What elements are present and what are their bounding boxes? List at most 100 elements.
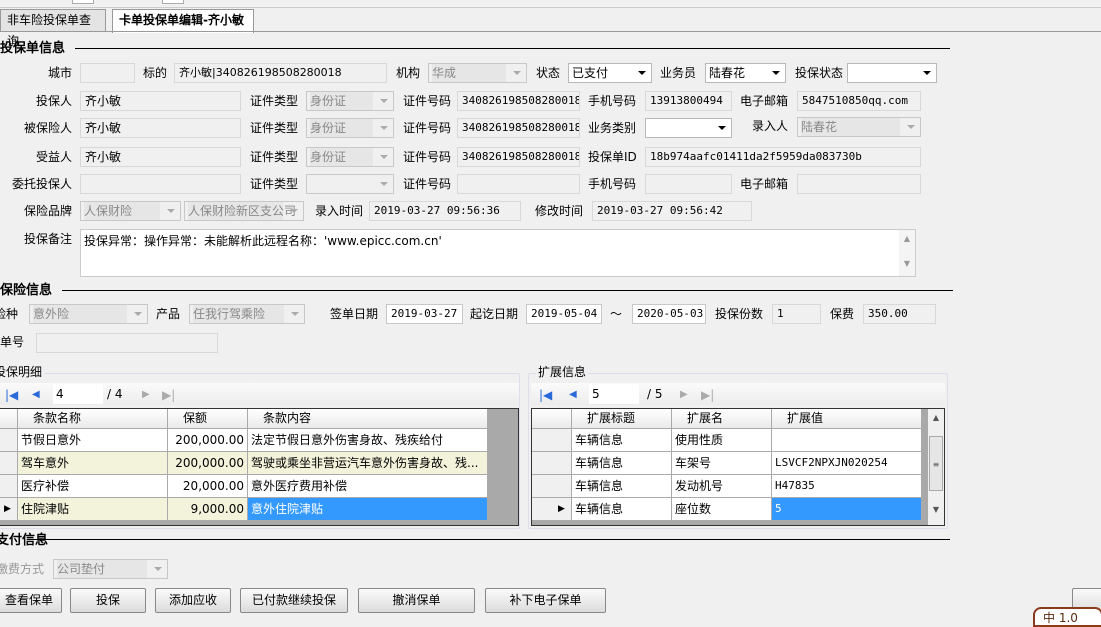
end-date-field[interactable]: 2020-05-03 (632, 304, 706, 324)
email-field[interactable]: 5847510850qq.com (797, 91, 921, 111)
policy-status-select[interactable] (847, 63, 937, 83)
first-record-icon[interactable]: |◀ (539, 388, 552, 402)
view-policy-button[interactable]: 查看保单 (0, 588, 62, 613)
city-field[interactable] (80, 63, 135, 83)
policyholder-id-no-field[interactable]: 340826198508280018 (457, 91, 580, 111)
table-cell[interactable]: 医疗补偿 (18, 475, 168, 498)
ext-page-input[interactable]: 5 (589, 384, 639, 404)
table-cell[interactable]: H47835 (772, 475, 922, 498)
row-header[interactable] (532, 452, 572, 475)
policyholder-id-type-select[interactable]: 身份证 (306, 91, 394, 111)
table-cell[interactable] (772, 429, 922, 452)
policy-no-field[interactable] (36, 333, 218, 353)
row-header[interactable] (532, 475, 572, 498)
table-cell[interactable]: 车辆信息 (572, 429, 672, 452)
modify-time-field[interactable]: 2019-03-27 09:56:42 (592, 201, 752, 221)
toolbar-button-fragment[interactable] (162, 0, 184, 4)
table-cell[interactable]: 9,000.00 (168, 498, 248, 521)
row-header[interactable]: ▶ (0, 498, 18, 521)
table-cell[interactable]: 车辆信息 (572, 475, 672, 498)
branch-select[interactable]: 人保财险新区支公司 (184, 201, 304, 221)
table-cell[interactable]: 发动机号 (672, 475, 772, 498)
detail-page-input[interactable]: 4 (53, 384, 103, 404)
scroll-thumb[interactable]: ≡ (929, 436, 943, 491)
prev-record-icon[interactable]: ◀ (32, 389, 40, 400)
entry-time-field[interactable]: 2019-03-27 09:56:36 (369, 201, 521, 221)
table-cell[interactable]: 节假日意外 (18, 429, 168, 452)
sign-date-field[interactable]: 2019-03-27 (386, 304, 463, 324)
table-cell[interactable]: 驾车意外 (18, 452, 168, 475)
first-record-icon[interactable]: |◀ (5, 388, 18, 402)
tab-nonauto-query[interactable]: 非车险投保单查询 (0, 9, 106, 48)
beneficiary-id-type-select[interactable]: 身份证 (306, 147, 394, 167)
column-header[interactable]: 条款名称 (18, 409, 168, 429)
product-select[interactable]: 任我行驾乘险 (189, 304, 305, 324)
phone-field[interactable]: 13913800494 (645, 91, 732, 111)
grid-scrollbar[interactable]: ▲ ≡ ▼ (928, 409, 944, 525)
phone2-field[interactable] (645, 174, 732, 194)
policyholder-name-field[interactable]: 齐小敏 (80, 91, 241, 111)
table-cell[interactable]: 住院津贴 (18, 498, 168, 521)
row-header[interactable] (0, 452, 18, 475)
paid-continue-button[interactable]: 已付款继续投保 (240, 588, 348, 613)
submit-policy-button[interactable]: 投保 (70, 588, 146, 613)
row-header[interactable]: ▶ (532, 498, 572, 521)
policy-id-field[interactable]: 18b974aafc01411da2f5959da083730b (645, 147, 921, 167)
column-header[interactable]: 保额 (168, 409, 248, 429)
table-cell[interactable]: 意外医疗费用补偿 (248, 475, 488, 498)
table-cell[interactable]: 车辆信息 (572, 452, 672, 475)
ime-indicator[interactable]: 中 1.0 (1033, 607, 1101, 627)
start-date-field[interactable]: 2019-05-04 (526, 304, 602, 324)
column-header[interactable]: 扩展名 (672, 409, 772, 429)
row-header[interactable] (0, 475, 18, 498)
status-select[interactable]: 已支付 (568, 63, 652, 83)
table-cell[interactable]: LSVCF2NPXJN020254 (772, 452, 922, 475)
table-cell[interactable]: 20,000.00 (168, 475, 248, 498)
pay-method-select[interactable]: 公司垫付 (53, 559, 168, 579)
email2-field[interactable] (797, 174, 921, 194)
remark-textarea[interactable]: 投保异常：操作异常：未能解析此远程名称：'www.epicc.com.cn' ▲… (80, 229, 916, 277)
reissue-epolicy-button[interactable]: 补下电子保单 (485, 588, 606, 613)
last-record-icon[interactable]: ▶| (701, 388, 714, 402)
agent-id-no-field[interactable] (457, 174, 580, 194)
salesman-select[interactable]: 陆春花 (705, 63, 786, 83)
agent-id-type-select[interactable] (306, 174, 394, 194)
prev-record-icon[interactable]: ◀ (569, 389, 577, 400)
insured-id-no-field[interactable]: 340826198508280018 (457, 118, 580, 138)
agent-name-field[interactable] (80, 174, 241, 194)
column-header[interactable]: 扩展值 (772, 409, 922, 429)
toolbar-button-fragment[interactable] (72, 0, 94, 4)
tab-card-edit[interactable]: 卡单投保单编辑-齐小敏 (112, 9, 254, 33)
entry-person-select[interactable]: 陆春花 (797, 117, 921, 137)
next-record-icon[interactable]: ▶ (142, 389, 150, 400)
org-select[interactable]: 华成 (428, 63, 527, 83)
last-record-icon[interactable]: ▶| (162, 388, 175, 402)
insured-id-type-select[interactable]: 身份证 (306, 118, 394, 138)
table-cell[interactable]: 5 (772, 498, 922, 521)
table-cell[interactable]: 车架号 (672, 452, 772, 475)
brand-select[interactable]: 人保财险 (80, 201, 181, 221)
table-cell[interactable]: 使用性质 (672, 429, 772, 452)
table-cell[interactable]: 法定节假日意外伤害身故、残疾给付 (248, 429, 488, 452)
subject-field[interactable]: 齐小敏|340826198508280018 (174, 63, 387, 83)
table-cell[interactable]: 200,000.00 (168, 452, 248, 475)
add-receivable-button[interactable]: 添加应收 (155, 588, 231, 613)
beneficiary-name-field[interactable]: 齐小敏 (80, 147, 241, 167)
cancel-policy-button[interactable]: 撤消保单 (358, 588, 475, 613)
table-cell[interactable]: 车辆信息 (572, 498, 672, 521)
column-header[interactable]: 条款内容 (248, 409, 488, 429)
column-header[interactable]: 扩展标题 (572, 409, 672, 429)
insured-name-field[interactable]: 齐小敏 (80, 118, 241, 138)
remark-scrollbar[interactable]: ▲ ▼ (899, 230, 915, 276)
copies-field[interactable]: 1 (772, 304, 821, 324)
table-cell[interactable]: 座位数 (672, 498, 772, 521)
table-cell[interactable]: 驾驶或乘坐非营运汽车意外伤害身故、残... (248, 452, 488, 475)
ins-type-select[interactable]: 意外险 (29, 304, 148, 324)
beneficiary-id-no-field[interactable]: 340826198508280018 (457, 147, 580, 167)
next-record-icon[interactable]: ▶ (680, 389, 688, 400)
table-cell[interactable]: 意外住院津贴 (248, 498, 488, 521)
biz-type-select[interactable] (645, 118, 732, 138)
row-header[interactable] (0, 429, 18, 452)
row-header[interactable] (532, 429, 572, 452)
table-cell[interactable]: 200,000.00 (168, 429, 248, 452)
